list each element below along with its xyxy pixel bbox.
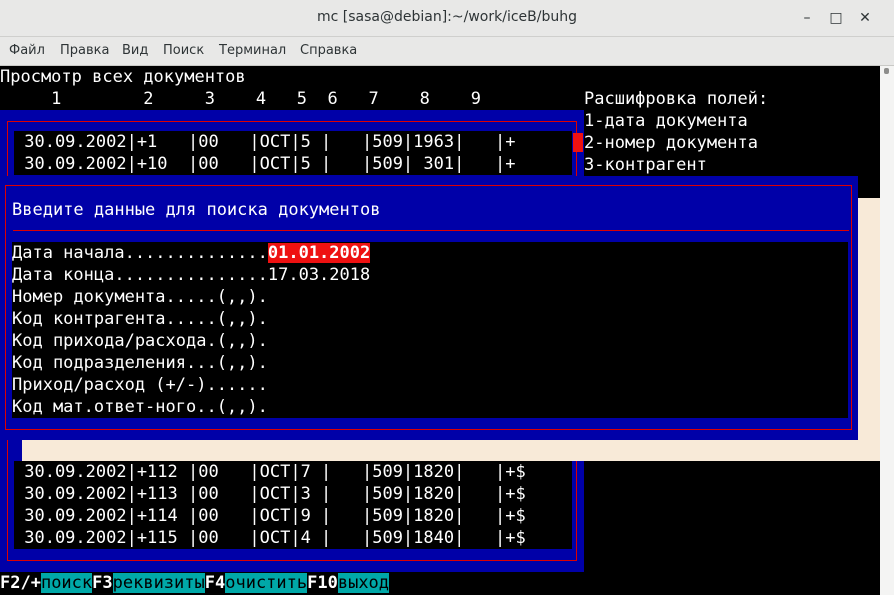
list-title: Просмотр всех документов bbox=[0, 67, 246, 87]
list-scroll-marker[interactable] bbox=[573, 133, 583, 152]
dialog-title-divider bbox=[13, 230, 849, 231]
menu-edit[interactable]: Правка bbox=[60, 43, 109, 58]
list-row[interactable]: 30.09.2002|+1 |00 |ОСТ|5 | |509|1963| |+ bbox=[14, 131, 515, 153]
list-row[interactable]: 30.09.2002|+115 |00 |ОСТ|4 | |509|1840| … bbox=[14, 527, 526, 549]
field-value[interactable]: 17.03.2018 bbox=[268, 265, 370, 285]
legend-item: 2-номер документа bbox=[584, 133, 758, 153]
menu-view[interactable]: Вид bbox=[122, 43, 148, 58]
field-counterparty-code[interactable]: Код контрагента.....(,,). bbox=[12, 308, 268, 330]
field-in-out[interactable]: Приход/расход (+/-)...... bbox=[12, 374, 268, 396]
field-label: Дата конца............... bbox=[12, 265, 268, 285]
field-label: Приход/расход (+/-)...... bbox=[12, 375, 268, 395]
field-start-date[interactable]: Дата начала..............01.01.2002 bbox=[12, 242, 371, 264]
legend-item: 1-дата документа bbox=[584, 111, 748, 131]
menu-help[interactable]: Справка bbox=[300, 43, 357, 58]
field-label: Код подразделения...(,,). bbox=[12, 353, 268, 373]
legend-title: Расшифровка полей: bbox=[584, 89, 769, 109]
field-end-date[interactable]: Дата конца...............17.03.2018 bbox=[12, 264, 370, 286]
field-label: Номер документа.....(,,). bbox=[12, 287, 268, 307]
minimize-icon[interactable]: – bbox=[797, 8, 817, 28]
field-responsible-code[interactable]: Код мат.ответ-ного..(,,). bbox=[12, 396, 268, 418]
list-row[interactable]: 30.09.2002|+114 |00 |ОСТ|9 | |509|1820| … bbox=[14, 505, 526, 527]
field-label: Дата начала.............. bbox=[12, 243, 268, 263]
fkey-details-button[interactable]: реквизиты bbox=[112, 573, 205, 593]
fkey-search-button[interactable]: поиск bbox=[40, 573, 93, 593]
field-document-number[interactable]: Номер документа.....(,,). bbox=[12, 286, 268, 308]
legend-item: 3-контрагент bbox=[584, 155, 707, 175]
terminal-scrollbar[interactable] bbox=[880, 66, 894, 595]
scrollbar-thumb[interactable] bbox=[884, 68, 889, 74]
function-key-bar: F2/+поискF3реквизитыF4очиститьF10выход bbox=[0, 572, 390, 594]
field-label: Код мат.ответ-ного..(,,). bbox=[12, 397, 268, 417]
list-row[interactable]: 30.09.2002|+113 |00 |ОСТ|3 | |509|1820| … bbox=[14, 483, 526, 505]
menu-terminal[interactable]: Терминал bbox=[219, 43, 286, 58]
terminal[interactable]: Просмотр всех документов 1 2 3 4 5 6 7 8… bbox=[0, 66, 880, 595]
window-titlebar: mc [sasa@debian]:~/work/iceB/buhg – □ ✕ bbox=[0, 0, 894, 37]
fkey-details-key: F3 bbox=[92, 573, 113, 593]
menu-file[interactable]: Файл bbox=[9, 43, 45, 58]
maximize-icon[interactable]: □ bbox=[826, 8, 846, 28]
fkey-exit-key: F10 bbox=[307, 573, 338, 593]
fkey-exit-button[interactable]: выход bbox=[337, 573, 390, 593]
menu-search[interactable]: Поиск bbox=[163, 43, 204, 58]
menubar: Файл Правка Вид Поиск Терминал Справка bbox=[0, 37, 894, 66]
field-label: Код контрагента.....(,,). bbox=[12, 309, 268, 329]
list-row[interactable]: 30.09.2002|+112 |00 |ОСТ|7 | |509|1820| … bbox=[14, 461, 526, 483]
fkey-search-key: F2/+ bbox=[0, 573, 41, 593]
list-row[interactable]: 30.09.2002|+10 |00 |ОСТ|5 | |509| 301| |… bbox=[14, 153, 515, 175]
field-department-code[interactable]: Код подразделения...(,,). bbox=[12, 352, 268, 374]
field-value-selected[interactable]: 01.01.2002 bbox=[267, 243, 371, 263]
window-title: mc [sasa@debian]:~/work/iceB/buhg bbox=[317, 9, 577, 25]
field-label: Код прихода/расхода.(,,). bbox=[12, 331, 268, 351]
close-icon[interactable]: ✕ bbox=[855, 8, 875, 28]
fkey-clear-button[interactable]: очистить bbox=[225, 573, 308, 593]
fkey-clear-key: F4 bbox=[204, 573, 226, 593]
dialog-title: Введите данные для поиска документов bbox=[12, 200, 381, 220]
field-operation-code[interactable]: Код прихода/расхода.(,,). bbox=[12, 330, 268, 352]
column-numbers: 1 2 3 4 5 6 7 8 9 bbox=[0, 89, 482, 109]
